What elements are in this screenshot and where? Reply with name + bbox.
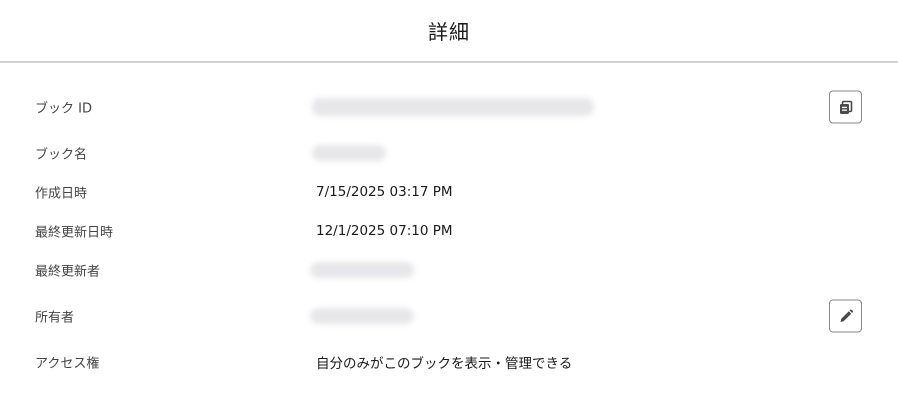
created-value: 7/15/2025 03:17 PM: [316, 184, 453, 200]
book-name-label: ブック名: [35, 147, 88, 163]
detail-row-updated-by: 最終更新者: [0, 254, 898, 286]
access-label: アクセス権: [35, 356, 100, 372]
created-label: 作成日時: [35, 186, 88, 202]
book-id-value-redacted: [312, 98, 594, 116]
access-value: 自分のみがこのブックを表示・管理できる: [316, 356, 573, 372]
updated-label: 最終更新日時: [35, 225, 114, 241]
copy-book-id-button[interactable]: [829, 90, 862, 124]
edit-owner-button[interactable]: [829, 299, 862, 333]
book-id-label: ブック ID: [35, 101, 92, 117]
detail-row-created: 作成日時 7/15/2025 03:17 PM: [0, 176, 898, 208]
owner-label: 所有者: [35, 310, 75, 326]
updated-by-value-redacted: [310, 262, 414, 278]
copy-icon: [838, 99, 854, 115]
detail-row-updated: 最終更新日時 12/1/2025 07:10 PM: [0, 215, 898, 247]
detail-row-access: アクセス権 自分のみがこのブックを表示・管理できる: [0, 346, 898, 378]
detail-row-book-name: ブック名: [0, 137, 898, 169]
details-header: 詳細: [0, 0, 898, 63]
detail-row-owner: 所有者: [0, 299, 898, 333]
page-title: 詳細: [428, 20, 470, 44]
book-name-value-redacted: [312, 145, 386, 161]
updated-value: 12/1/2025 07:10 PM: [316, 223, 453, 239]
detail-row-book-id: ブック ID: [0, 90, 898, 124]
updated-by-label: 最終更新者: [35, 264, 101, 280]
owner-value-redacted: [310, 308, 414, 324]
pencil-icon: [838, 308, 854, 324]
